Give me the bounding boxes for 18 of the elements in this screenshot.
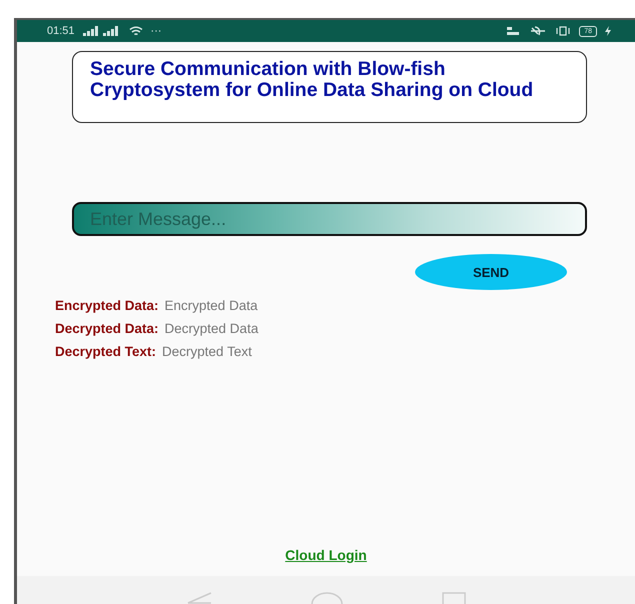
cloud-login-link[interactable]: Cloud Login <box>285 547 367 563</box>
home-icon[interactable] <box>310 592 343 604</box>
result-label: Decrypted Text: <box>55 344 156 360</box>
wifi-icon <box>128 26 143 36</box>
more-indicator: ··· <box>150 25 162 37</box>
send-button[interactable]: SEND <box>415 254 567 290</box>
result-value: Encrypted Data <box>164 298 258 314</box>
vibrate-icon <box>555 26 572 36</box>
app-title: Secure Communication with Blow-fish Cryptosystem for Online Data Sharing on Cloud <box>90 59 534 101</box>
charging-icon <box>605 26 611 36</box>
back-icon[interactable] <box>186 592 212 604</box>
result-value: Decrypted Data <box>164 321 258 337</box>
clock: 01:51 <box>47 25 75 37</box>
recents-icon[interactable] <box>442 592 466 604</box>
result-value: Decrypted Text <box>162 344 252 360</box>
signal-icon <box>82 26 121 36</box>
result-label: Decrypted Data: <box>55 321 159 337</box>
result-label: Encrypted Data: <box>55 298 159 314</box>
